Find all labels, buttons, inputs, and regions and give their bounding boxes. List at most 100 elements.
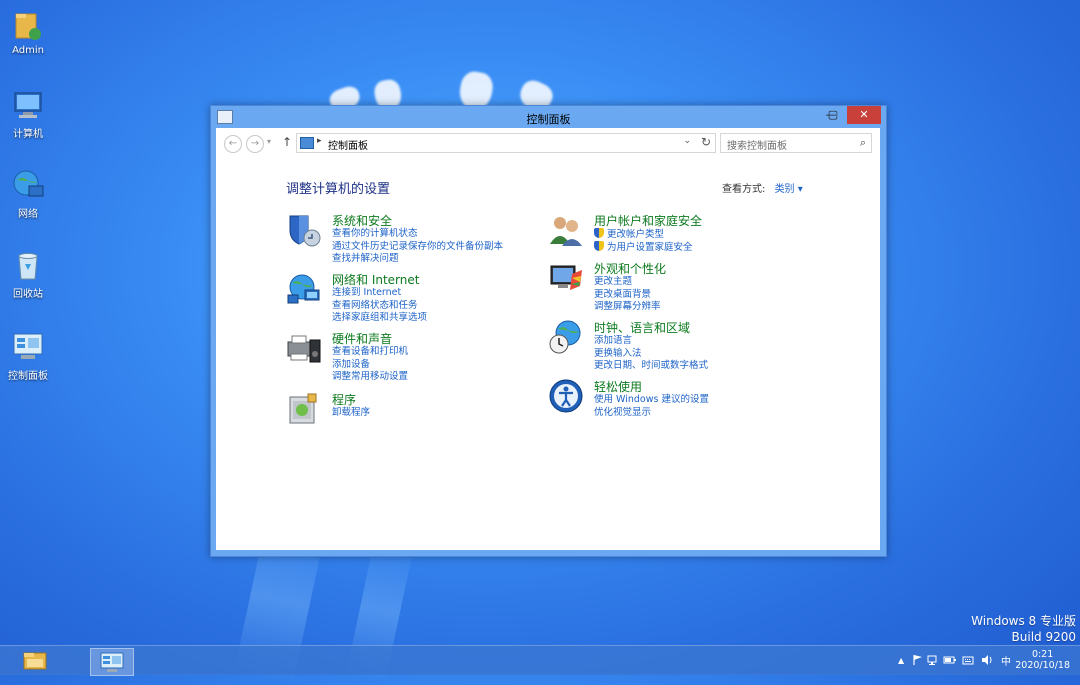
- show-hidden-icons-button[interactable]: ▲: [898, 656, 904, 665]
- link-add-language[interactable]: 添加语言: [594, 335, 708, 348]
- desktop-icon-label: 计算机: [13, 129, 43, 140]
- programs-icon[interactable]: [286, 391, 322, 427]
- uac-shield-icon: [594, 240, 604, 251]
- link-troubleshoot[interactable]: 查找并解决问题: [332, 253, 503, 266]
- link-network-status[interactable]: 查看网络状态和任务: [332, 300, 427, 313]
- up-button[interactable]: ↑: [282, 135, 292, 149]
- taskbar-clock[interactable]: 0:21 2020/10/18: [1015, 649, 1070, 671]
- category-title[interactable]: 轻松使用: [594, 378, 642, 395]
- clock-globe-icon[interactable]: [548, 319, 584, 355]
- search-placeholder: 搜索控制面板: [727, 141, 787, 152]
- link-connect-internet[interactable]: 连接到 Internet: [332, 287, 427, 300]
- link-devices-printers[interactable]: 查看设备和打印机: [332, 346, 408, 359]
- category-title[interactable]: 硬件和声音: [332, 330, 392, 347]
- link-optimize-visual-display[interactable]: 优化视觉显示: [594, 407, 709, 420]
- view-by-dropdown[interactable]: 类别 ▾: [775, 184, 803, 195]
- category-appearance: 外观和个性化 更改主题 更改桌面背景 调整屏幕分辨率: [548, 260, 808, 312]
- desktop-icon-recycle-bin[interactable]: 回收站: [6, 248, 50, 300]
- close-button[interactable]: ✕: [847, 106, 881, 124]
- desktop-icon-computer[interactable]: 计算机: [6, 88, 50, 140]
- desktop-icon-label: 网络: [18, 209, 38, 220]
- taskbar-file-explorer[interactable]: [14, 648, 56, 674]
- desktop-icon-admin[interactable]: Admin: [6, 8, 50, 56]
- taskbar: ▲ 中 0:21 2020/10/18: [0, 645, 1080, 676]
- search-input[interactable]: 搜索控制面板 ⌕: [720, 133, 872, 153]
- clock-date: 2020/10/18: [1015, 660, 1070, 671]
- keyboard-tray-icon[interactable]: [962, 654, 974, 669]
- network-globe-icon[interactable]: [286, 271, 322, 307]
- ease-of-access-icon[interactable]: [548, 378, 584, 414]
- desktop-icon-label: 控制面板: [8, 371, 48, 382]
- windows-version-watermark: Windows 8 专业版 Build 9200: [971, 613, 1076, 645]
- breadcrumb-separator-icon[interactable]: ▸: [317, 136, 322, 146]
- recycle-bin-icon: [11, 248, 45, 282]
- network-globe-icon: [11, 168, 45, 202]
- recent-locations-chevron-icon[interactable]: ▾: [267, 137, 271, 146]
- link-file-history-backup[interactable]: 通过文件历史记录保存你的文件备份副本: [332, 241, 503, 254]
- address-toolbar: ← → ▾ ↑ ▸ 控制面板 ⌄ ↻ 搜索控制面板 ⌕: [216, 128, 880, 158]
- taskbar-control-panel[interactable]: [90, 648, 134, 676]
- category-clock-language-region: 时钟、语言和区域 添加语言 更换输入法 更改日期、时间或数字格式: [548, 319, 808, 371]
- category-system-security: 系统和安全 查看你的计算机状态 通过文件历史记录保存你的文件备份副本 查找并解决…: [286, 212, 526, 264]
- link-adjust-resolution[interactable]: 调整屏幕分辨率: [594, 301, 661, 314]
- link-add-device[interactable]: 添加设备: [332, 359, 408, 372]
- page-title: 调整计算机的设置: [286, 182, 391, 197]
- input-method-indicator[interactable]: 中: [1001, 653, 1011, 668]
- category-user-accounts: 用户帐户和家庭安全 更改帐户类型 为用户设置家庭安全: [548, 212, 808, 254]
- window-title: 控制面板: [526, 113, 571, 126]
- view-by-label: 查看方式:: [722, 184, 766, 195]
- volume-tray-icon[interactable]: [981, 654, 993, 669]
- link-family-safety[interactable]: 为用户设置家庭安全: [594, 240, 693, 254]
- user-folder-icon: [11, 8, 45, 42]
- link-mobility-settings[interactable]: 调整常用移动设置: [332, 371, 408, 384]
- battery-tray-icon[interactable]: [943, 654, 957, 669]
- address-bar[interactable]: ▸ 控制面板 ⌄ ↻: [296, 133, 716, 153]
- printer-speaker-icon[interactable]: [286, 330, 322, 366]
- link-change-desktop-background[interactable]: 更改桌面背景: [594, 289, 661, 302]
- link-change-theme[interactable]: 更改主题: [594, 276, 661, 289]
- link-check-computer-status[interactable]: 查看你的计算机状态: [332, 228, 503, 241]
- maximize-button[interactable]: ▢: [823, 106, 843, 124]
- category-programs: 程序 卸载程序: [286, 391, 526, 431]
- shield-icon[interactable]: [286, 212, 322, 248]
- window-content: ← → ▾ ↑ ▸ 控制面板 ⌄ ↻ 搜索控制面板 ⌕ 调整计算机的设置 查看方…: [216, 128, 880, 550]
- forward-button[interactable]: →: [246, 135, 264, 153]
- category-title[interactable]: 用户帐户和家庭安全: [594, 212, 702, 229]
- category-title[interactable]: 程序: [332, 391, 356, 408]
- category-ease-of-access: 轻松使用 使用 Windows 建议的设置 优化视觉显示: [548, 378, 808, 418]
- appearance-icon[interactable]: [548, 260, 584, 296]
- back-button[interactable]: ←: [224, 135, 242, 153]
- breadcrumb-control-panel[interactable]: 控制面板: [328, 137, 368, 152]
- link-homegroup-sharing[interactable]: 选择家庭组和共享选项: [332, 312, 427, 325]
- category-title[interactable]: 外观和个性化: [594, 260, 666, 277]
- desktop-icon-network[interactable]: 网络: [6, 168, 50, 220]
- control-panel-small-icon: [300, 137, 314, 149]
- desktop-icon-label: Admin: [12, 45, 44, 56]
- category-title[interactable]: 网络和 Internet: [332, 271, 419, 288]
- control-panel-icon: [100, 652, 124, 672]
- category-hardware-sound: 硬件和声音 查看设备和打印机 添加设备 调整常用移动设置: [286, 330, 526, 382]
- link-change-input-method[interactable]: 更换输入法: [594, 348, 708, 361]
- category-title[interactable]: 时钟、语言和区域: [594, 319, 690, 336]
- watermark-build: Build 9200: [1011, 630, 1076, 644]
- control-panel-window: 控制面板 — ▢ ✕ ← → ▾ ↑ ▸ 控制面板 ⌄ ↻ 搜索控制面板 ⌕ 调…: [210, 105, 887, 557]
- address-dropdown-icon[interactable]: ⌄: [683, 136, 691, 146]
- desktop-icon-label: 回收站: [13, 289, 43, 300]
- network-tray-icon[interactable]: [927, 654, 939, 669]
- search-icon[interactable]: ⌕: [860, 136, 866, 150]
- link-change-date-time-format[interactable]: 更改日期、时间或数字格式: [594, 360, 708, 373]
- computer-icon: [11, 88, 45, 122]
- view-by: 查看方式: 类别 ▾: [722, 180, 803, 195]
- refresh-icon[interactable]: ↻: [701, 135, 711, 149]
- link-recommended-settings[interactable]: 使用 Windows 建议的设置: [594, 394, 709, 407]
- control-panel-icon: [11, 330, 45, 364]
- desktop-icon-control-panel[interactable]: 控制面板: [6, 330, 50, 382]
- window-titlebar[interactable]: 控制面板 — ▢ ✕: [211, 106, 886, 128]
- category-title[interactable]: 系统和安全: [332, 212, 392, 229]
- clock-time: 0:21: [1031, 649, 1054, 660]
- file-explorer-icon: [23, 652, 47, 670]
- link-change-account-type[interactable]: 更改帐户类型: [594, 228, 693, 241]
- action-center-flag-icon[interactable]: [912, 654, 924, 669]
- users-icon[interactable]: [548, 212, 584, 248]
- link-uninstall-program[interactable]: 卸载程序: [332, 407, 370, 420]
